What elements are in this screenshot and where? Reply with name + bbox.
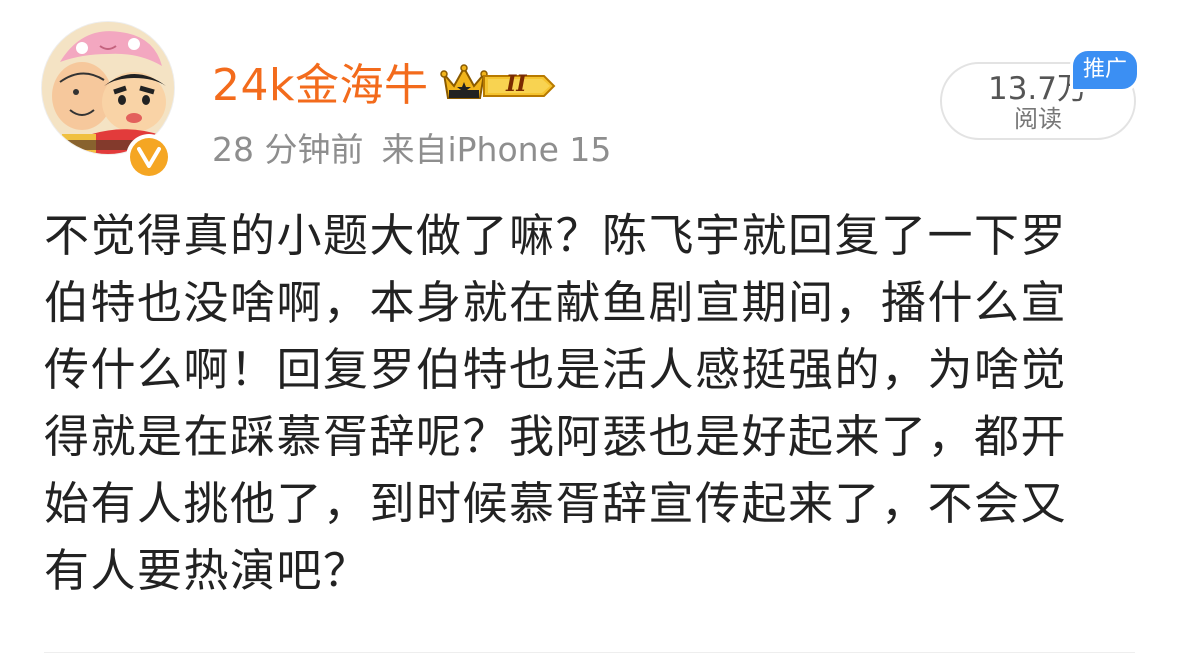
promo-tag[interactable]: 推广 [1070,48,1141,92]
post-content-line: 伯特也没啥啊，本身就在献鱼剧宣期间，播什么宣 [44,276,1068,329]
post-time: 28 分钟前 [212,130,364,169]
post-source[interactable]: 来自iPhone 15 [381,130,611,169]
post-meta: 28 分钟前 来自iPhone 15 [212,128,611,172]
post-content-line: 不觉得真的小题大做了嘛？陈飞宇就回复了一下罗 [44,209,1068,262]
post-content-line: 有人要热演吧？ [44,544,370,597]
crown-level-badge-icon[interactable]: II [440,62,558,106]
weibo-post: 24k金海牛 II 28 分钟前 来自iPhone 15 13.7万 阅读 推广 … [0,0,1179,660]
post-content: 不觉得真的小题大做了嘛？陈飞宇就回复了一下罗 伯特也没啥啊，本身就在献鱼剧宣期间… [44,202,1144,604]
read-label: 阅读 [1014,105,1062,133]
badge-level-text: II [506,71,527,97]
author-name[interactable]: 24k金海牛 [212,56,428,116]
divider [44,652,1135,653]
post-content-line: 得就是在踩慕胥辞呢？我阿瑟也是好起来了，都开 [44,410,1068,463]
post-content-line: 传什么啊！回复罗伯特也是活人感挺强的，为啥觉 [44,343,1068,396]
verified-v-icon [130,138,168,176]
verified-badge [126,134,172,180]
post-content-line: 始有人挑他了，到时候慕胥辞宣传起来了，不会又 [44,477,1068,530]
